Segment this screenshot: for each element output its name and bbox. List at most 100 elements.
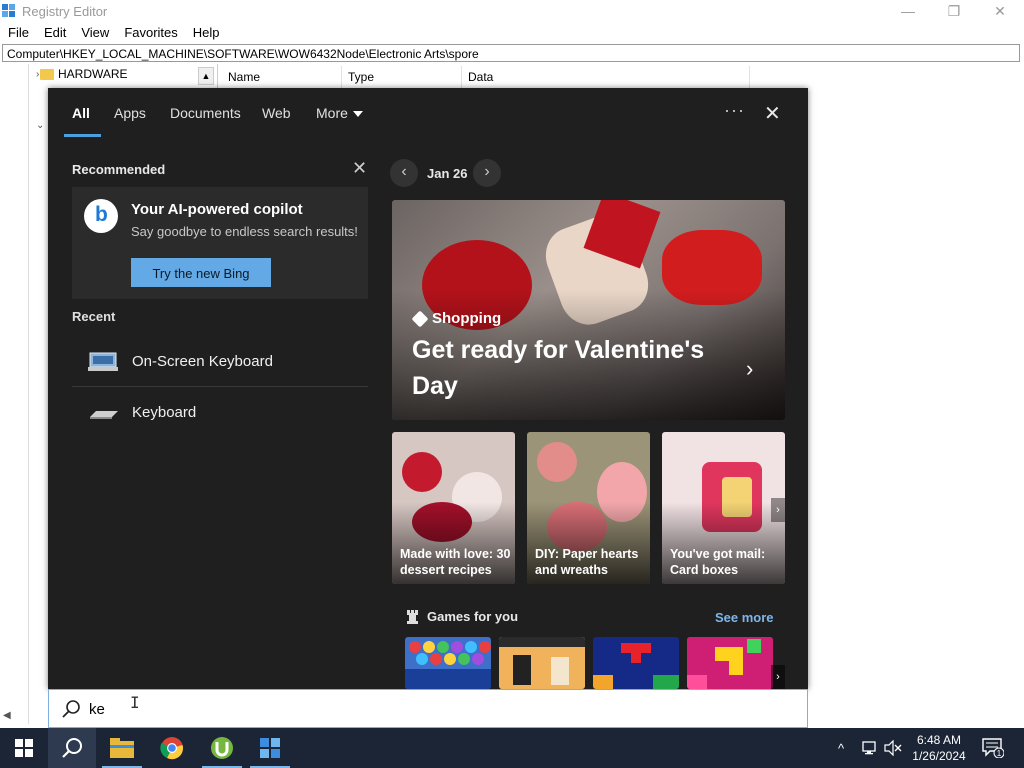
recent-item-label: On-Screen Keyboard (132, 353, 273, 370)
file-explorer-icon (110, 738, 134, 758)
tree-divider (28, 64, 29, 724)
hero-next-icon[interactable]: › (746, 356, 753, 382)
search-input[interactable] (87, 696, 791, 722)
games-heading: Games for you (406, 609, 518, 624)
tiles-next-icon[interactable]: › (771, 498, 785, 522)
clock-time: 6:48 AM (916, 733, 962, 747)
volume-muted-icon (884, 740, 902, 756)
try-bing-button[interactable]: Try the new Bing (131, 258, 271, 287)
next-day-button[interactable]: › (473, 159, 501, 187)
search-box[interactable] (48, 689, 808, 728)
game-tile-bubble-shooter[interactable] (405, 637, 491, 689)
recent-item-on-screen-keyboard[interactable]: On-Screen Keyboard (72, 338, 368, 386)
close-window-button[interactable]: ✕ (977, 0, 1023, 22)
taskbar-search-button[interactable] (48, 728, 96, 768)
tile-dessert-recipes[interactable]: Made with love: 30 dessert recipes (392, 432, 515, 584)
dismiss-recommended-icon[interactable]: ✕ (352, 158, 367, 179)
hero-category-label: Shopping (432, 310, 502, 327)
menu-favorites[interactable]: Favorites (116, 23, 184, 43)
recent-heading: Recent (72, 309, 116, 324)
network-tray-button[interactable] (862, 728, 880, 768)
on-screen-keyboard-icon (88, 352, 118, 371)
action-center-button[interactable]: 1 (982, 728, 1004, 768)
previous-day-button[interactable]: ‹ (390, 159, 418, 187)
network-icon (862, 741, 876, 755)
hero-category: Shopping (411, 310, 502, 327)
games-heading-label: Games for you (427, 609, 519, 624)
tab-all[interactable]: All (72, 105, 90, 121)
game-tile-tetris[interactable] (593, 637, 679, 689)
date-label: Jan 26 (427, 166, 468, 181)
bing-promo-title: Your AI-powered copilot (131, 201, 303, 218)
recommended-heading: Recommended (72, 162, 166, 177)
column-data[interactable]: Data (462, 66, 750, 88)
search-icon (62, 700, 80, 718)
bing-logo-icon: b (84, 199, 118, 233)
game-tile-chess[interactable] (499, 637, 585, 689)
tab-more-label: More (316, 105, 348, 121)
more-options-icon[interactable]: ··· (724, 100, 745, 121)
clock[interactable]: 6:48 AM 1/26/2024 (904, 732, 974, 764)
menu-view[interactable]: View (73, 23, 116, 43)
tab-documents[interactable]: Documents (170, 105, 241, 121)
start-button[interactable] (0, 728, 48, 768)
games-next-icon[interactable]: › (771, 665, 785, 689)
game-tile-block-puzzle[interactable] (687, 637, 773, 689)
tree-collapse-icon[interactable]: ⌄ (36, 120, 44, 131)
tree-node-hardware[interactable]: HARDWARE (40, 67, 128, 81)
volume-tray-button[interactable] (884, 728, 902, 768)
keyboard-icon (90, 411, 118, 419)
menu-edit[interactable]: Edit (36, 23, 73, 43)
tile-caption: You've got mail: Card boxes (670, 547, 766, 577)
hero-headline: Get ready for Valentine's Day (412, 336, 705, 400)
tab-web[interactable]: Web (262, 105, 291, 121)
tree-expand-icon[interactable]: › (36, 69, 39, 80)
hero-card-valentines[interactable]: Shopping Get ready for Valentine's Day › (392, 200, 785, 420)
tile-card-boxes[interactable]: You've got mail: Card boxes (662, 432, 785, 584)
recent-item-label: Keyboard (132, 404, 197, 421)
bing-promo-card: b Your AI-powered copilot Say goodbye to… (72, 187, 368, 299)
text-cursor-icon: I (130, 693, 140, 712)
taskbar-utorrent[interactable] (198, 728, 246, 768)
taskbar-registry-editor[interactable] (246, 728, 294, 768)
tree-scroll-up-button[interactable]: ▲ (198, 67, 214, 85)
see-more-games-link[interactable]: See more (715, 610, 774, 625)
minimize-button[interactable]: — (885, 0, 931, 22)
tag-icon (411, 310, 429, 327)
scroll-left-icon[interactable]: ◀ (3, 710, 11, 721)
column-type[interactable]: Type (342, 66, 462, 88)
caret-down-icon (352, 111, 363, 118)
maximize-button[interactable]: ❐ (931, 0, 977, 22)
registry-editor-titlebar: Registry Editor — ❐ ✕ (0, 0, 1024, 22)
show-hidden-icons-button[interactable]: ^ (838, 728, 844, 768)
menu-help[interactable]: Help (185, 23, 227, 43)
utorrent-icon (211, 737, 233, 759)
recent-divider (72, 386, 368, 387)
tab-apps[interactable]: Apps (114, 105, 146, 121)
tab-more[interactable]: More (316, 105, 363, 121)
taskbar-chrome[interactable] (148, 728, 196, 768)
address-bar[interactable]: Computer\HKEY_LOCAL_MACHINE\SOFTWARE\WOW… (2, 44, 1020, 62)
notification-icon: 1 (982, 738, 1004, 758)
notification-count: 1 (997, 749, 1002, 758)
column-name[interactable]: Name (222, 66, 342, 88)
recent-item-keyboard[interactable]: Keyboard (72, 389, 368, 437)
tree-node-label: HARDWARE (58, 67, 128, 81)
bing-promo-subtitle: Say goodbye to endless search results! (131, 224, 358, 239)
taskbar: ^ 6:48 AM 1/26/2024 1 (0, 728, 1024, 768)
registry-editor-app-icon (2, 4, 15, 17)
chrome-icon (160, 737, 183, 760)
games-icon (407, 609, 418, 624)
taskbar-file-explorer[interactable] (98, 728, 146, 768)
block-puzzle-art (687, 637, 773, 689)
tile-caption: Made with love: 30 dessert recipes (400, 547, 511, 577)
search-tabs: All Apps Documents Web More ··· ✕ (48, 88, 808, 138)
menu-file[interactable]: File (0, 23, 36, 43)
tetris-game-art (593, 637, 679, 689)
tile-paper-hearts[interactable]: DIY: Paper hearts and wreaths (527, 432, 650, 584)
window-title: Registry Editor (22, 4, 108, 19)
close-search-icon[interactable]: ✕ (764, 101, 781, 126)
windows-logo-icon (15, 739, 33, 757)
bing-logo-letter: b (95, 203, 108, 226)
tile-caption: DIY: Paper hearts and wreaths (535, 547, 639, 577)
